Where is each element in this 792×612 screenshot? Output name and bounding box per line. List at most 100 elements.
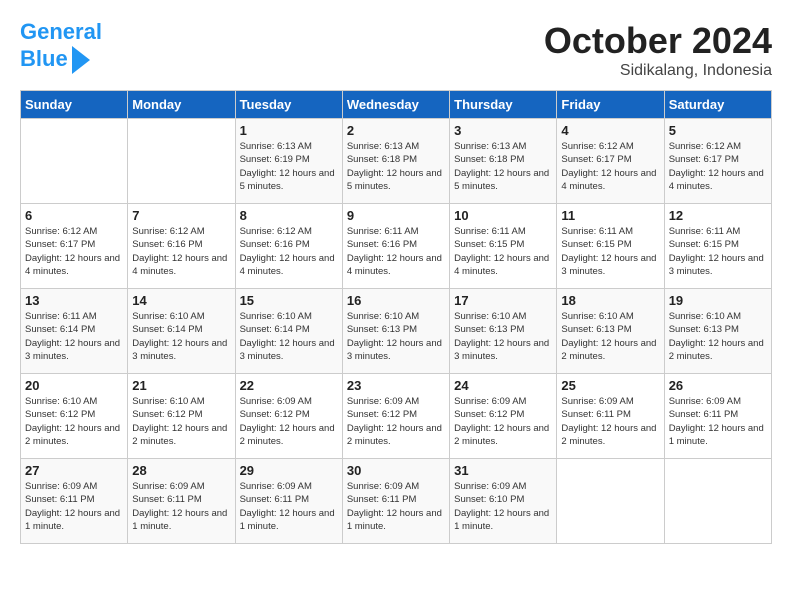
- calendar-cell: 10 Sunrise: 6:11 AM Sunset: 6:15 PM Dayli…: [450, 204, 557, 289]
- calendar-cell: 26 Sunrise: 6:09 AM Sunset: 6:11 PM Dayli…: [664, 374, 771, 459]
- calendar-cell: 29Sunrise: 6:09 AM Sunset: 6:11 PM Dayli…: [235, 459, 342, 544]
- calendar-cell: 17 Sunrise: 6:10 AM Sunset: 6:13 PM Dayli…: [450, 289, 557, 374]
- cell-info: Sunrise: 6:12 AM Sunset: 6:16 PM Dayligh…: [240, 225, 338, 278]
- calendar-week-row: 13 Sunrise: 6:11 AM Sunset: 6:14 PM Dayli…: [21, 289, 772, 374]
- day-number: 19: [669, 293, 767, 308]
- calendar-cell: 23 Sunrise: 6:09 AM Sunset: 6:12 PM Dayli…: [342, 374, 449, 459]
- day-number: 4: [561, 123, 659, 138]
- cell-info: Sunrise: 6:10 AM Sunset: 6:14 PM Dayligh…: [240, 310, 338, 363]
- day-of-week-header: Thursday: [450, 91, 557, 119]
- day-number: 3: [454, 123, 552, 138]
- logo: General Blue: [20, 20, 102, 74]
- day-number: 7: [132, 208, 230, 223]
- calendar-week-row: 6 Sunrise: 6:12 AM Sunset: 6:17 PM Daylig…: [21, 204, 772, 289]
- calendar-cell: 21 Sunrise: 6:10 AM Sunset: 6:12 PM Dayli…: [128, 374, 235, 459]
- cell-info: Sunrise: 6:11 AM Sunset: 6:15 PM Dayligh…: [561, 225, 659, 278]
- day-number: 2: [347, 123, 445, 138]
- day-of-week-header: Friday: [557, 91, 664, 119]
- day-of-week-header: Monday: [128, 91, 235, 119]
- calendar-cell: 19Sunrise: 6:10 AM Sunset: 6:13 PM Dayli…: [664, 289, 771, 374]
- day-number: 27: [25, 463, 123, 478]
- day-number: 10: [454, 208, 552, 223]
- logo-text: General Blue: [20, 20, 102, 74]
- calendar-cell: 16 Sunrise: 6:10 AM Sunset: 6:13 PM Dayli…: [342, 289, 449, 374]
- cell-info: Sunrise: 6:10 AM Sunset: 6:13 PM Dayligh…: [561, 310, 659, 363]
- cell-info: Sunrise: 6:12 AM Sunset: 6:17 PM Dayligh…: [669, 140, 767, 193]
- day-number: 16: [347, 293, 445, 308]
- cell-info: Sunrise: 6:10 AM Sunset: 6:14 PM Dayligh…: [132, 310, 230, 363]
- cell-info: Sunrise: 6:10 AM Sunset: 6:13 PM Dayligh…: [454, 310, 552, 363]
- cell-info: Sunrise: 6:10 AM Sunset: 6:12 PM Dayligh…: [132, 395, 230, 448]
- calendar-week-row: 27 Sunrise: 6:09 AM Sunset: 6:11 PM Dayli…: [21, 459, 772, 544]
- calendar-cell: 25 Sunrise: 6:09 AM Sunset: 6:11 PM Dayli…: [557, 374, 664, 459]
- calendar-cell: 28Sunrise: 6:09 AM Sunset: 6:11 PM Dayli…: [128, 459, 235, 544]
- day-number: 11: [561, 208, 659, 223]
- day-number: 25: [561, 378, 659, 393]
- day-number: 1: [240, 123, 338, 138]
- cell-info: Sunrise: 6:10 AM Sunset: 6:12 PM Dayligh…: [25, 395, 123, 448]
- cell-info: Sunrise: 6:09 AM Sunset: 6:10 PM Dayligh…: [454, 480, 552, 533]
- day-of-week-header: Wednesday: [342, 91, 449, 119]
- calendar-week-row: 1Sunrise: 6:13 AM Sunset: 6:19 PM Daylig…: [21, 119, 772, 204]
- calendar-cell: 15 Sunrise: 6:10 AM Sunset: 6:14 PM Dayli…: [235, 289, 342, 374]
- calendar-header-row: SundayMondayTuesdayWednesdayThursdayFrid…: [21, 91, 772, 119]
- calendar-cell: [128, 119, 235, 204]
- cell-info: Sunrise: 6:10 AM Sunset: 6:13 PM Dayligh…: [347, 310, 445, 363]
- calendar-table: SundayMondayTuesdayWednesdayThursdayFrid…: [20, 90, 772, 544]
- calendar-cell: 1Sunrise: 6:13 AM Sunset: 6:19 PM Daylig…: [235, 119, 342, 204]
- day-number: 8: [240, 208, 338, 223]
- day-of-week-header: Sunday: [21, 91, 128, 119]
- calendar-cell: 30Sunrise: 6:09 AM Sunset: 6:11 PM Dayli…: [342, 459, 449, 544]
- calendar-cell: 3 Sunrise: 6:13 AM Sunset: 6:18 PM Daylig…: [450, 119, 557, 204]
- calendar-cell: 24Sunrise: 6:09 AM Sunset: 6:12 PM Dayli…: [450, 374, 557, 459]
- month-title: October 2024: [544, 20, 772, 62]
- calendar-body: 1Sunrise: 6:13 AM Sunset: 6:19 PM Daylig…: [21, 119, 772, 544]
- calendar-cell: 2 Sunrise: 6:13 AM Sunset: 6:18 PM Daylig…: [342, 119, 449, 204]
- day-number: 18: [561, 293, 659, 308]
- calendar-cell: 31 Sunrise: 6:09 AM Sunset: 6:10 PM Dayli…: [450, 459, 557, 544]
- calendar-cell: 14 Sunrise: 6:10 AM Sunset: 6:14 PM Dayli…: [128, 289, 235, 374]
- day-number: 31: [454, 463, 552, 478]
- logo-arrow-icon: [72, 46, 90, 74]
- calendar-cell: 18 Sunrise: 6:10 AM Sunset: 6:13 PM Dayli…: [557, 289, 664, 374]
- cell-info: Sunrise: 6:09 AM Sunset: 6:11 PM Dayligh…: [347, 480, 445, 533]
- cell-info: Sunrise: 6:09 AM Sunset: 6:12 PM Dayligh…: [347, 395, 445, 448]
- day-number: 13: [25, 293, 123, 308]
- day-number: 6: [25, 208, 123, 223]
- cell-info: Sunrise: 6:11 AM Sunset: 6:14 PM Dayligh…: [25, 310, 123, 363]
- calendar-cell: 13 Sunrise: 6:11 AM Sunset: 6:14 PM Dayli…: [21, 289, 128, 374]
- day-number: 15: [240, 293, 338, 308]
- day-number: 17: [454, 293, 552, 308]
- day-number: 21: [132, 378, 230, 393]
- calendar-cell: 12 Sunrise: 6:11 AM Sunset: 6:15 PM Dayli…: [664, 204, 771, 289]
- cell-info: Sunrise: 6:11 AM Sunset: 6:15 PM Dayligh…: [454, 225, 552, 278]
- cell-info: Sunrise: 6:09 AM Sunset: 6:12 PM Dayligh…: [454, 395, 552, 448]
- calendar-cell: [664, 459, 771, 544]
- cell-info: Sunrise: 6:11 AM Sunset: 6:15 PM Dayligh…: [669, 225, 767, 278]
- calendar-cell: 6 Sunrise: 6:12 AM Sunset: 6:17 PM Daylig…: [21, 204, 128, 289]
- cell-info: Sunrise: 6:11 AM Sunset: 6:16 PM Dayligh…: [347, 225, 445, 278]
- cell-info: Sunrise: 6:09 AM Sunset: 6:11 PM Dayligh…: [25, 480, 123, 533]
- day-number: 26: [669, 378, 767, 393]
- calendar-week-row: 20 Sunrise: 6:10 AM Sunset: 6:12 PM Dayli…: [21, 374, 772, 459]
- calendar-cell: 11 Sunrise: 6:11 AM Sunset: 6:15 PM Dayli…: [557, 204, 664, 289]
- day-number: 5: [669, 123, 767, 138]
- day-of-week-header: Saturday: [664, 91, 771, 119]
- day-number: 14: [132, 293, 230, 308]
- day-number: 12: [669, 208, 767, 223]
- cell-info: Sunrise: 6:09 AM Sunset: 6:11 PM Dayligh…: [561, 395, 659, 448]
- location-subtitle: Sidikalang, Indonesia: [544, 62, 772, 80]
- day-number: 29: [240, 463, 338, 478]
- day-number: 23: [347, 378, 445, 393]
- day-number: 20: [25, 378, 123, 393]
- cell-info: Sunrise: 6:09 AM Sunset: 6:11 PM Dayligh…: [669, 395, 767, 448]
- day-number: 22: [240, 378, 338, 393]
- title-block: October 2024 Sidikalang, Indonesia: [544, 20, 772, 80]
- cell-info: Sunrise: 6:13 AM Sunset: 6:18 PM Dayligh…: [454, 140, 552, 193]
- cell-info: Sunrise: 6:12 AM Sunset: 6:17 PM Dayligh…: [25, 225, 123, 278]
- day-of-week-header: Tuesday: [235, 91, 342, 119]
- calendar-cell: 27 Sunrise: 6:09 AM Sunset: 6:11 PM Dayli…: [21, 459, 128, 544]
- cell-info: Sunrise: 6:12 AM Sunset: 6:17 PM Dayligh…: [561, 140, 659, 193]
- calendar-cell: 8 Sunrise: 6:12 AM Sunset: 6:16 PM Daylig…: [235, 204, 342, 289]
- cell-info: Sunrise: 6:13 AM Sunset: 6:18 PM Dayligh…: [347, 140, 445, 193]
